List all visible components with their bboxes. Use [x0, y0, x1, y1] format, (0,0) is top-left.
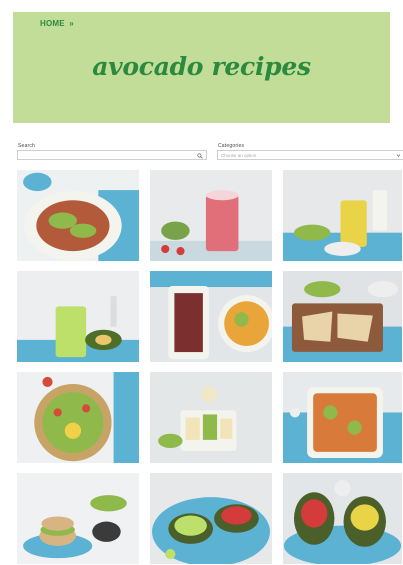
recipe-card-chicken-avocado-wraps[interactable] — [283, 271, 402, 362]
recipe-photo[interactable] — [150, 271, 272, 362]
breadcrumb-home-link[interactable]: HOME — [40, 19, 65, 28]
recipe-photo[interactable] — [17, 170, 139, 261]
recipe-card-avocado-mango-smoothie[interactable] — [283, 170, 402, 261]
recipe-photo[interactable] — [283, 271, 402, 362]
recipe-card-avocado-berry-smoothie[interactable] — [150, 170, 272, 261]
chevron-down-icon[interactable] — [396, 153, 401, 158]
header-banner: HOME » avocado recipes — [13, 12, 390, 123]
recipe-photo[interactable] — [283, 473, 402, 564]
recipe-card-stuffed-avocado-halves[interactable] — [150, 473, 272, 564]
page-title: avocado recipes — [92, 52, 311, 81]
recipe-grid — [17, 170, 403, 564]
category-select-value: Choose an option — [221, 153, 257, 158]
search-field[interactable] — [17, 150, 207, 167]
recipe-photo[interactable] — [17, 271, 139, 362]
search-icon[interactable] — [197, 153, 203, 159]
recipe-photo[interactable] — [150, 372, 272, 463]
recipe-card-avocado-burger-stacks[interactable] — [17, 473, 139, 564]
recipe-card-avocado-toast-fingers[interactable] — [150, 372, 272, 463]
recipe-photo[interactable] — [150, 473, 272, 564]
search-label: Search — [18, 143, 36, 149]
breadcrumb: HOME » — [40, 19, 74, 28]
category-label: Categories — [218, 143, 245, 149]
breadcrumb-separator: » — [69, 19, 74, 28]
recipe-card-roast-vegetable-tray-bake[interactable] — [283, 372, 402, 463]
recipe-card-avocado-noodle-salad[interactable] — [17, 170, 139, 261]
recipe-card-avocado-green-smoothie[interactable] — [17, 271, 139, 362]
recipe-photo[interactable] — [283, 372, 402, 463]
recipe-photo[interactable] — [150, 170, 272, 261]
recipe-card-avocado-salsa-boats[interactable] — [283, 473, 402, 564]
category-select[interactable]: Choose an option — [217, 150, 403, 160]
recipe-photo[interactable] — [283, 170, 402, 261]
recipe-card-avocado-baked-eggs[interactable] — [17, 372, 139, 463]
search-input[interactable] — [18, 159, 206, 167]
recipe-photo[interactable] — [17, 372, 139, 463]
recipe-photo[interactable] — [17, 473, 139, 564]
recipe-card-steak-avocado-salad[interactable] — [150, 271, 272, 362]
